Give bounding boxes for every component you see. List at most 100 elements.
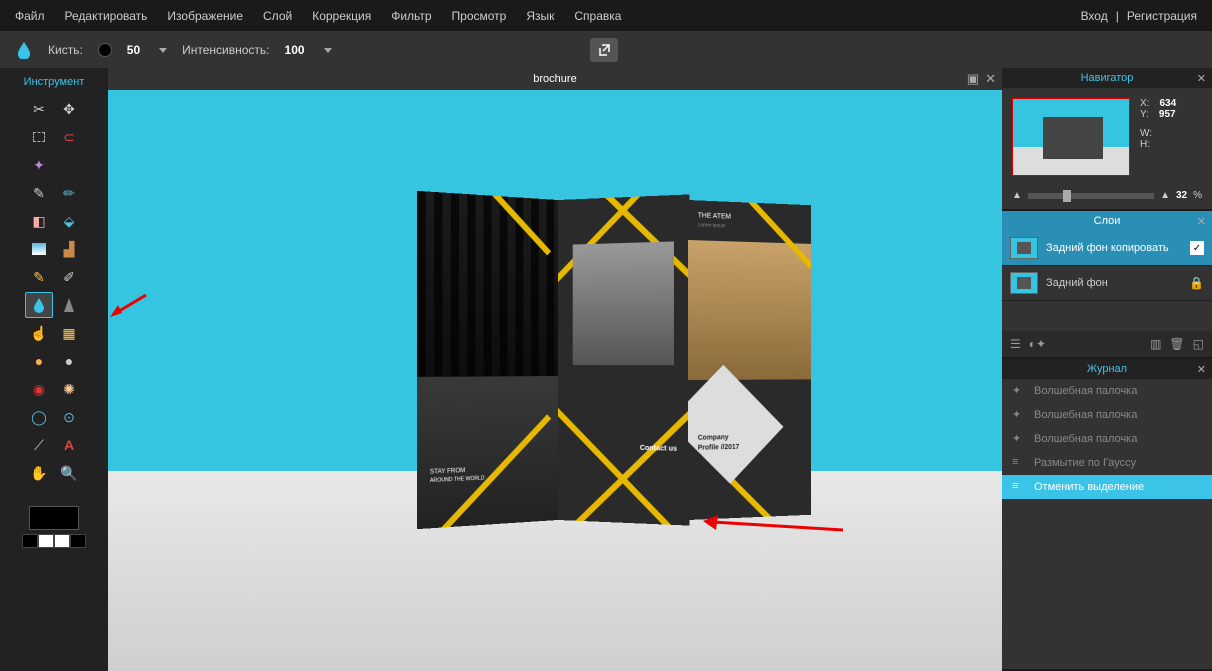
layer-mask-icon[interactable]: ▥ <box>1150 337 1161 351</box>
canvas-viewport[interactable]: STAY FROM AROUND THE WORLD Contact us <box>108 90 1002 671</box>
layer-visibility-checkbox[interactable]: ✓ <box>1190 241 1204 255</box>
crop-tool[interactable]: ✂ <box>25 96 53 122</box>
menu-edit[interactable]: Редактировать <box>65 9 148 23</box>
brochure-profile: Profile //2017 <box>698 444 740 452</box>
nav-y-label: Y: <box>1140 109 1149 120</box>
brush-icon: ✏ <box>63 186 75 200</box>
close-button[interactable]: ✕ <box>985 71 996 87</box>
layer-row[interactable]: Задний фон копировать ✓ <box>1002 231 1212 266</box>
filter-icon: ≡ <box>1012 456 1026 470</box>
menu-view[interactable]: Просмотр <box>452 9 507 23</box>
pencil-icon: ✎ <box>33 186 45 200</box>
wand-icon: ✦ <box>33 158 45 172</box>
intensity-value[interactable]: 100 <box>285 43 305 57</box>
redeye-tool[interactable]: ◉ <box>25 376 53 402</box>
menu-adjustment[interactable]: Коррекция <box>312 9 371 23</box>
foreground-color[interactable] <box>29 506 79 530</box>
hand-tool[interactable]: ✋ <box>25 460 53 486</box>
history-item[interactable]: ≡ Отменить выделение <box>1002 475 1212 499</box>
bloat-tool[interactable]: ◯ <box>25 404 53 430</box>
sharpen-tool[interactable] <box>55 292 83 318</box>
blur-tool[interactable] <box>25 292 53 318</box>
swatch-black[interactable] <box>22 534 38 548</box>
separator: | <box>1116 9 1119 23</box>
stamp-tool[interactable]: ▟ <box>55 236 83 262</box>
history-item[interactable]: ≡ Размытие по Гауссу <box>1002 451 1212 475</box>
pinch-icon: ⊙ <box>63 410 75 424</box>
marquee-tool[interactable] <box>25 124 53 150</box>
pinch-tool[interactable]: ⊙ <box>55 404 83 430</box>
layer-settings-icon[interactable]: ☰ <box>1010 337 1021 351</box>
hand-icon: ✋ <box>30 466 47 480</box>
swatch-white[interactable] <box>38 534 54 548</box>
history-title: Журнал <box>1087 363 1127 375</box>
brush-dropdown-icon[interactable] <box>159 48 167 53</box>
zoom-in-icon[interactable]: ▲ <box>1160 190 1170 201</box>
move-tool[interactable]: ✥ <box>55 96 83 122</box>
menu-language[interactable]: Язык <box>526 9 554 23</box>
register-link[interactable]: Регистрация <box>1127 9 1197 23</box>
bucket-icon: ⬙ <box>64 214 75 228</box>
history-label: Волшебная палочка <box>1034 409 1137 421</box>
swatch-black2[interactable] <box>70 534 86 548</box>
intensity-dropdown-icon[interactable] <box>324 48 332 53</box>
menu-filter[interactable]: Фильтр <box>391 9 431 23</box>
tools-panel: Инструмент ✂ ✥ ⊂ ✦ ✎ ✏ ◧ ⬙ ▟ ✎ ✐ ☝ ▦ ● ●… <box>0 68 108 671</box>
layers-footer: ☰ ◐✦ ▥ 🗑 ◱ <box>1002 331 1212 357</box>
login-link[interactable]: Вход <box>1081 9 1108 23</box>
brush-size-value[interactable]: 50 <box>127 43 140 57</box>
history-item[interactable]: ✦ Волшебная палочка <box>1002 403 1212 427</box>
gradient-tool[interactable] <box>25 236 53 262</box>
crop-icon: ✂ <box>33 102 45 116</box>
zoom-out-icon[interactable]: ▲ <box>1012 190 1022 201</box>
layer-style-icon[interactable]: ◐✦ <box>1029 337 1046 351</box>
eraser-tool[interactable]: ◧ <box>25 208 53 234</box>
text-tool[interactable]: A <box>55 432 83 458</box>
eraser-icon: ◧ <box>32 214 45 228</box>
bloat-icon: ◯ <box>31 410 47 424</box>
zoom-slider[interactable] <box>1028 193 1154 199</box>
sponge-tool[interactable]: ▦ <box>55 320 83 346</box>
colorreplace-tool[interactable]: ✎ <box>25 264 53 290</box>
dodge-tool[interactable]: ● <box>25 348 53 374</box>
brush-preview-icon[interactable] <box>98 43 112 57</box>
intensity-label: Интенсивность: <box>182 43 269 57</box>
spot-tool[interactable]: ✺ <box>55 376 83 402</box>
bucket-tool[interactable]: ⬙ <box>55 208 83 234</box>
smudge-tool[interactable]: ☝ <box>25 320 53 346</box>
menu-image[interactable]: Изображение <box>167 9 243 23</box>
history-close-icon[interactable]: ✕ <box>1197 363 1206 376</box>
swatch-white2[interactable] <box>54 534 70 548</box>
lasso-tool[interactable]: ⊂ <box>55 124 83 150</box>
zoom-tool[interactable]: 🔍 <box>55 460 83 486</box>
layer-delete-icon[interactable]: 🗑 <box>1169 337 1184 351</box>
pencil-tool[interactable]: ✎ <box>25 180 53 206</box>
history-item[interactable]: ✦ Волшебная палочка <box>1002 427 1212 451</box>
brochure-panel-middle: Contact us <box>558 194 690 525</box>
minimize-button[interactable]: ▣ <box>967 71 979 87</box>
wand-icon: ✦ <box>1012 384 1026 398</box>
draw-tool[interactable]: ✐ <box>55 264 83 290</box>
menu-file[interactable]: Файл <box>15 9 45 23</box>
brush-tool[interactable]: ✏ <box>55 180 83 206</box>
picker-icon: ⟋ <box>34 438 44 452</box>
annotation-arrow-1 <box>108 285 148 325</box>
history-item[interactable]: ✦ Волшебная палочка <box>1002 379 1212 403</box>
menu-layer[interactable]: Слой <box>263 9 292 23</box>
navigator-thumbnail[interactable] <box>1012 98 1130 176</box>
wand-icon: ✦ <box>1012 432 1026 446</box>
wand-tool[interactable]: ✦ <box>25 152 53 178</box>
burn-tool[interactable]: ● <box>55 348 83 374</box>
navigator-title: Навигатор <box>1081 72 1134 84</box>
layer-row[interactable]: Задний фон 🔒 <box>1002 266 1212 301</box>
menu-help[interactable]: Справка <box>574 9 621 23</box>
layers-close-icon[interactable]: ✕ <box>1197 215 1206 228</box>
share-button[interactable] <box>590 38 618 62</box>
layers-panel: Слои ✕ Задний фон копировать ✓ Задний фо… <box>1002 211 1212 357</box>
navigator-close-icon[interactable]: ✕ <box>1197 72 1206 85</box>
brochure-panel-left: STAY FROM AROUND THE WORLD <box>417 191 558 529</box>
layer-new-icon[interactable]: ◱ <box>1193 337 1204 351</box>
menu-items: Файл Редактировать Изображение Слой Корр… <box>15 9 621 23</box>
sharpen-icon <box>63 297 75 313</box>
picker-tool[interactable]: ⟋ <box>25 432 53 458</box>
